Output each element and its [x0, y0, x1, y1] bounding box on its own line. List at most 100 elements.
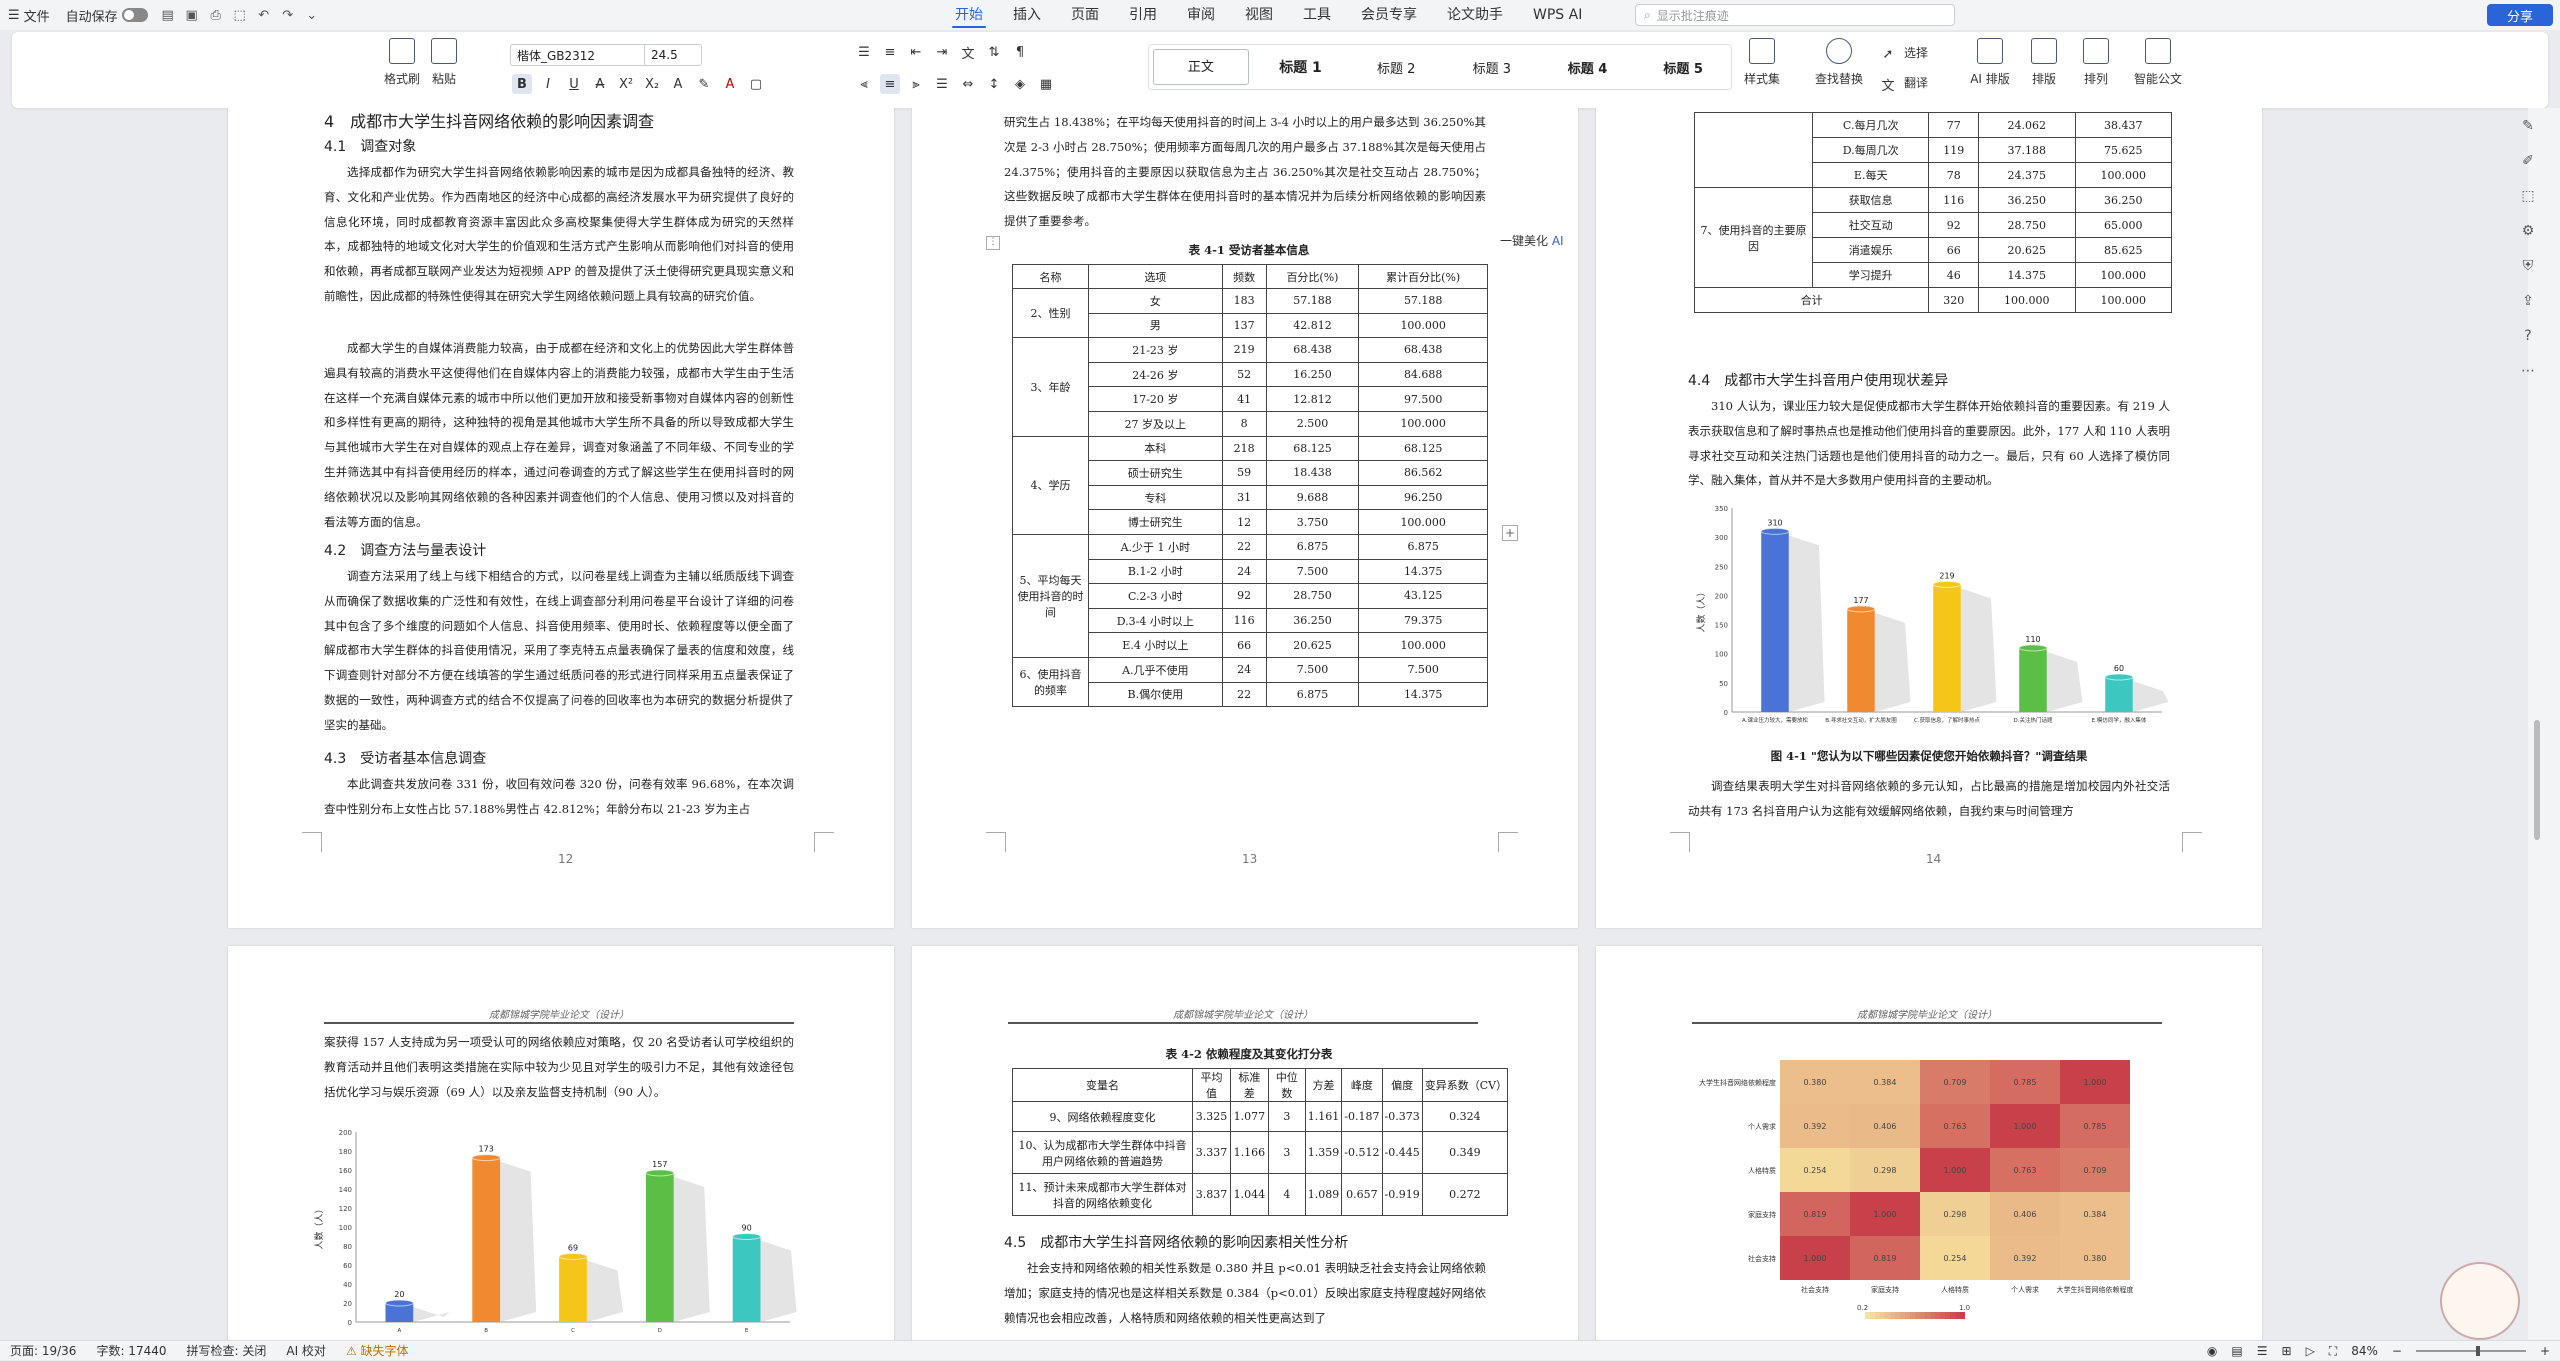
superscript-icon[interactable]: X²: [616, 74, 636, 94]
print-icon[interactable]: ⎙: [207, 6, 225, 24]
zoom-out-icon[interactable]: −: [2392, 1344, 2402, 1358]
arrange-button[interactable]: 排列: [2068, 38, 2124, 87]
autosave-toggle[interactable]: 自动保存: [58, 6, 156, 25]
tab-member[interactable]: 会员专享: [1346, 0, 1432, 30]
export-icon[interactable]: ⬚: [231, 6, 249, 24]
undo-icon[interactable]: ↶: [255, 6, 273, 24]
font-family-select[interactable]: 楷体_GB2312: [510, 44, 652, 66]
outdent-icon[interactable]: ⇤: [906, 42, 926, 62]
paste-button[interactable]: 粘贴: [416, 38, 472, 87]
find-replace-button[interactable]: 查找替换: [1806, 38, 1872, 87]
table-cell: 75.625: [2074, 137, 2172, 163]
scrollbar-thumb[interactable]: [2534, 720, 2540, 840]
justify-icon[interactable]: ☰: [932, 74, 952, 94]
numbered-list-icon[interactable]: ≡: [880, 42, 900, 62]
table-cell: 3: [1267, 1131, 1306, 1174]
style-set-button[interactable]: 样式集: [1734, 38, 1790, 87]
zoom-in-icon[interactable]: +: [2540, 1344, 2550, 1358]
font-size-select[interactable]: 24.5: [644, 44, 702, 66]
highlight-icon[interactable]: ✎: [694, 74, 714, 94]
tab-tools[interactable]: 工具: [1288, 0, 1346, 30]
tab-reference[interactable]: 引用: [1114, 0, 1172, 30]
help-icon[interactable]: ?: [2519, 328, 2537, 346]
strikethrough-icon[interactable]: A: [590, 74, 610, 94]
italic-icon[interactable]: I: [538, 74, 558, 94]
tab-wps-ai[interactable]: WPS AI: [1518, 0, 1597, 30]
tab-page[interactable]: 页面: [1056, 0, 1114, 30]
bar-shadow: [1874, 612, 1911, 712]
chevron-down-icon[interactable]: ⌄: [303, 6, 321, 24]
style-heading-5[interactable]: 标题 5: [1635, 58, 1731, 77]
beautify-button[interactable]: 一键美化 AI: [1500, 232, 1564, 249]
respondent-table-continued: C.每月几次 77 24.062 38.437 D.每周几次 119 37.188 75.62…: [1693, 112, 2172, 313]
file-menu[interactable]: ☰ 文件: [0, 6, 58, 25]
chinese-layout-icon[interactable]: 文: [958, 42, 978, 62]
border-icon[interactable]: ▦: [1036, 74, 1056, 94]
style-heading-3[interactable]: 标题 3: [1444, 58, 1540, 77]
search-box[interactable]: ⌕ 显示批注痕迹: [1635, 4, 1955, 26]
bullet-list-icon[interactable]: ☰: [854, 42, 874, 62]
eye-icon[interactable]: ◉: [2207, 1344, 2217, 1358]
ai-check[interactable]: AI 校对: [276, 1342, 336, 1359]
zoom-level[interactable]: 84%: [2351, 1344, 2378, 1358]
style-heading-4[interactable]: 标题 4: [1540, 58, 1636, 77]
ai-layout-button[interactable]: AI 排版: [1962, 38, 2018, 87]
smart-doc-button[interactable]: 智能公文: [2126, 38, 2190, 87]
translate-button[interactable]: 文翻译: [1878, 74, 1928, 94]
table-handle-icon[interactable]: ⋮: [986, 236, 1000, 250]
line-spacing-icon[interactable]: ↕: [984, 74, 1004, 94]
redo-icon[interactable]: ↷: [279, 6, 297, 24]
align-right-icon[interactable]: ⫸: [906, 74, 926, 94]
underline-icon[interactable]: U: [564, 74, 584, 94]
edit-icon[interactable]: ✐: [2519, 153, 2537, 171]
add-row-icon[interactable]: +: [1502, 525, 1518, 541]
print-preview-icon[interactable]: ▣: [183, 6, 201, 24]
more-icon[interactable]: ⋯: [2519, 363, 2537, 381]
pen-icon[interactable]: ✎: [2519, 118, 2537, 136]
layout-button[interactable]: 排版: [2016, 38, 2072, 87]
select-button[interactable]: ➚ 选择: [1878, 44, 1928, 64]
x-tick-label: D.关注热门话题: [2014, 716, 2053, 724]
fit-icon[interactable]: ⛶: [2329, 1344, 2337, 1359]
group-name-cell: 5、平均每天使用抖音的时间: [1012, 533, 1089, 658]
tab-thesis[interactable]: 论文助手: [1432, 0, 1518, 30]
page-view-icon[interactable]: ▤: [2231, 1344, 2242, 1358]
subscript-icon[interactable]: X₂: [642, 74, 662, 94]
share-icon[interactable]: ⇪: [2519, 293, 2537, 311]
document-workspace[interactable]: 4 成都市大学生抖音网络依赖的影响因素调查 4.1 调查对象 选择成都作为研究大…: [0, 108, 2528, 1340]
shading-icon[interactable]: ◈: [1010, 74, 1030, 94]
style-normal[interactable]: 正文: [1153, 49, 1249, 85]
tab-view[interactable]: 视图: [1230, 0, 1288, 30]
distribute-icon[interactable]: ⇔: [958, 74, 978, 94]
outline-view-icon[interactable]: ☰: [2257, 1344, 2268, 1358]
mascot-avatar[interactable]: [2440, 1262, 2520, 1340]
font-color-icon[interactable]: A: [720, 74, 740, 94]
align-center-icon[interactable]: ≡: [880, 74, 900, 94]
tab-insert[interactable]: 插入: [998, 0, 1056, 30]
web-view-icon[interactable]: ⊞: [2282, 1344, 2292, 1358]
y-tick-label: 80: [343, 1243, 352, 1251]
share-button[interactable]: 分享: [2487, 4, 2553, 26]
word-count[interactable]: 字数: 17440: [86, 1342, 176, 1359]
tab-review[interactable]: 审阅: [1172, 0, 1230, 30]
save-icon[interactable]: ▤: [159, 6, 177, 24]
tab-home[interactable]: 开始: [940, 0, 998, 30]
char-border-icon[interactable]: ▢: [746, 74, 766, 94]
indent-icon[interactable]: ⇥: [932, 42, 952, 62]
style-heading-2[interactable]: 标题 2: [1348, 58, 1444, 77]
spell-check[interactable]: 拼写检查: 关闭: [177, 1342, 277, 1359]
page-indicator[interactable]: 页面: 19/36: [0, 1342, 86, 1359]
align-left-icon[interactable]: ⫷: [854, 74, 874, 94]
zoom-slider[interactable]: [2415, 1346, 2526, 1356]
play-icon[interactable]: ▷: [2306, 1344, 2315, 1358]
show-marks-icon[interactable]: ¶: [1010, 42, 1030, 62]
font-effect-icon[interactable]: A: [668, 74, 688, 94]
settings-sliders-icon[interactable]: ⚙: [2519, 223, 2537, 241]
table-cell: 24.375: [1978, 162, 2076, 188]
shield-icon[interactable]: ⛨: [2519, 258, 2537, 276]
bold-icon[interactable]: B: [512, 74, 532, 94]
select-frame-icon[interactable]: ⬚: [2519, 188, 2537, 206]
style-heading-1[interactable]: 标题 1: [1253, 57, 1349, 77]
missing-font-warning[interactable]: ⚠ 缺失字体: [336, 1342, 419, 1359]
sort-icon[interactable]: ⇅: [984, 42, 1004, 62]
